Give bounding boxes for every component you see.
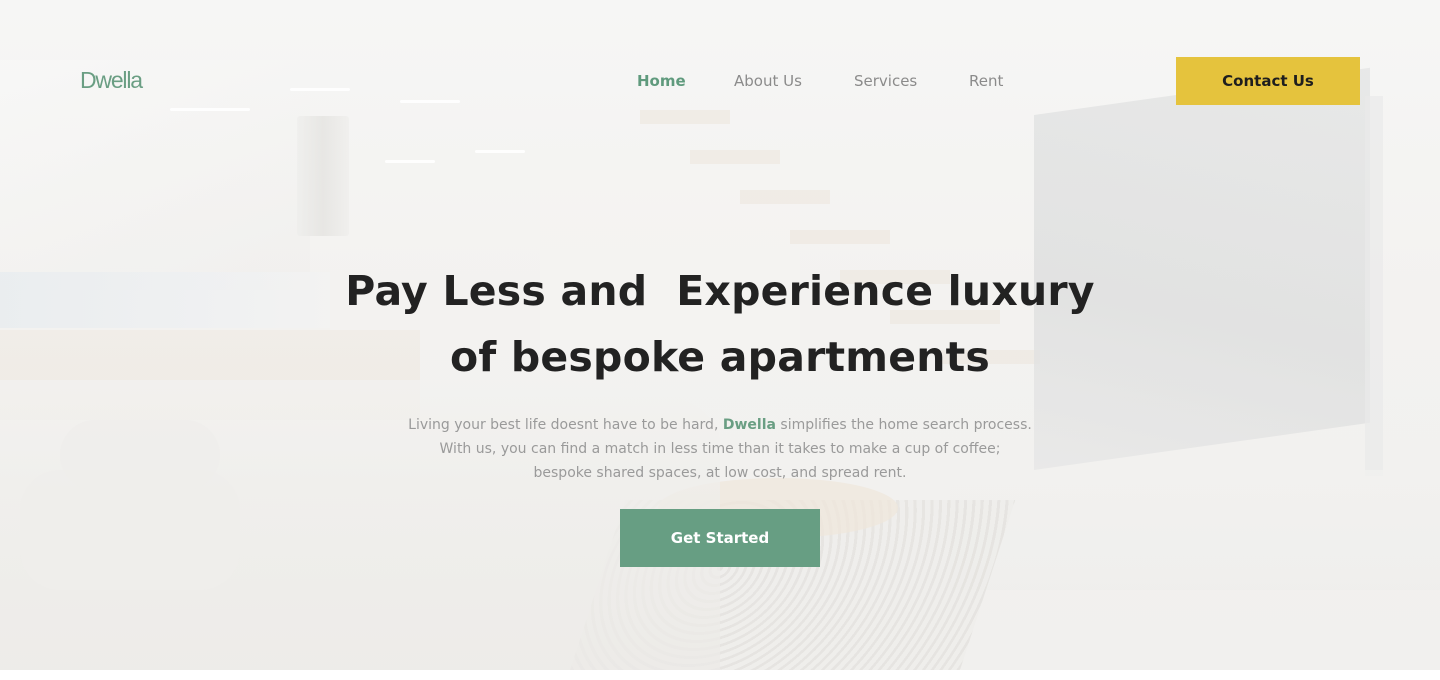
top-navbar: Dwella Home About Us Services Rent Conta… bbox=[0, 0, 1440, 160]
subtitle-text-before-brand: Living your best life doesnt have to be … bbox=[408, 417, 723, 433]
nav-item-about-us[interactable]: About Us bbox=[734, 70, 802, 92]
hero-headline-line-2: of bespoke apartments bbox=[449, 333, 991, 381]
nav-item-rent[interactable]: Rent bbox=[969, 70, 1003, 92]
nav-item-home[interactable]: Home bbox=[637, 70, 686, 92]
hero-subtitle-line-1: Living your best life doesnt have to be … bbox=[280, 413, 1160, 437]
page-bottom-edge bbox=[0, 670, 1440, 680]
hero-section: Dwella Home About Us Services Rent Conta… bbox=[0, 0, 1440, 670]
hero-subtitle: Living your best life doesnt have to be … bbox=[280, 413, 1160, 485]
hero-headline: Pay Less and Experience luxury of bespok… bbox=[220, 258, 1220, 390]
hero-subtitle-line-3: bespoke shared spaces, at low cost, and … bbox=[533, 465, 907, 481]
contact-us-button[interactable]: Contact Us bbox=[1176, 57, 1360, 105]
nav-item-services[interactable]: Services bbox=[854, 70, 917, 92]
get-started-button[interactable]: Get Started bbox=[620, 509, 820, 567]
subtitle-brand-name: Dwella bbox=[722, 417, 776, 433]
subtitle-text-after-brand: simplifies the home search process. bbox=[775, 417, 1032, 433]
hero-headline-line-1: Pay Less and Experience luxury bbox=[345, 267, 1095, 315]
hero-subtitle-line-2: With us, you can find a match in less ti… bbox=[439, 441, 1001, 457]
dwella-logo[interactable]: Dwella bbox=[80, 66, 143, 94]
